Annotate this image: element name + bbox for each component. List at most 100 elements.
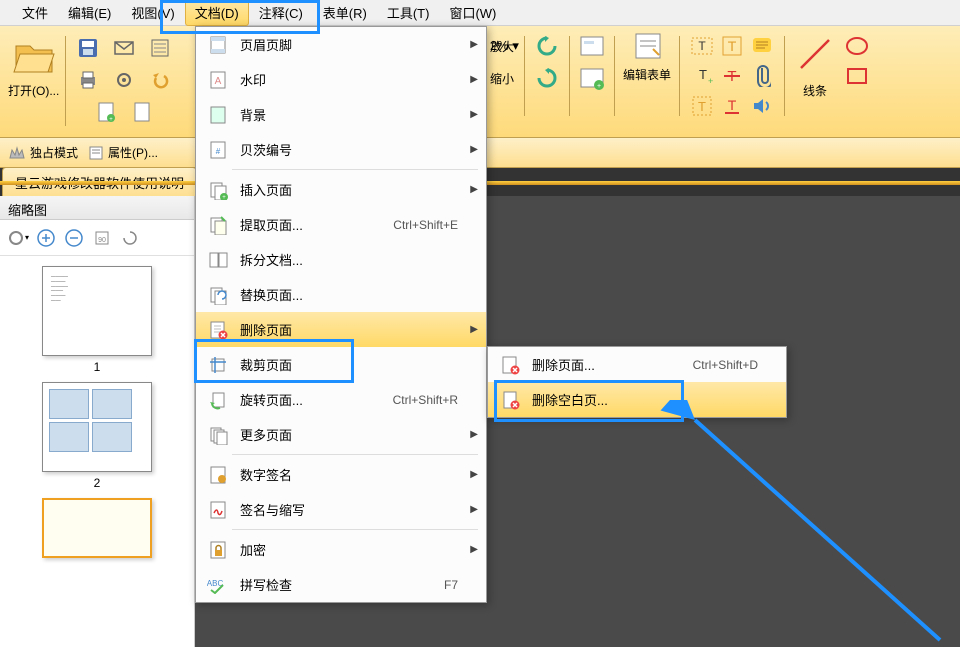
replace-page-icon bbox=[206, 283, 230, 307]
menu-signature[interactable]: 签名与缩写▶ bbox=[196, 492, 486, 527]
menu-bates-number[interactable]: #贝茨编号▶ bbox=[196, 132, 486, 167]
svg-text:#: # bbox=[216, 147, 221, 156]
form-add-button[interactable]: + bbox=[578, 64, 606, 92]
undo-button[interactable] bbox=[144, 64, 176, 96]
rotate-left-button[interactable] bbox=[533, 32, 561, 60]
zoom-in-label: 放大 bbox=[490, 38, 514, 55]
gear-button[interactable] bbox=[108, 64, 140, 96]
edit-form-label: 编辑表单 bbox=[623, 66, 671, 83]
page-number-icon: # bbox=[206, 138, 230, 162]
menu-rotate-page[interactable]: 旋转页面...Ctrl+Shift+R bbox=[196, 382, 486, 417]
text-t-icon[interactable]: T bbox=[718, 32, 746, 60]
digital-sig-icon bbox=[206, 463, 230, 487]
properties-button[interactable]: 属性(P)... bbox=[88, 144, 158, 161]
strikethrough-icon[interactable]: T bbox=[718, 62, 746, 90]
menu-spellcheck[interactable]: ABC拼写检查F7 bbox=[196, 567, 486, 602]
watermark-icon: A bbox=[206, 68, 230, 92]
rotate-right-button[interactable] bbox=[533, 64, 561, 92]
thumbnail-1[interactable]: ━━━━━━━━━━━━━━━━━━━━━━━━━━━━━━━━━━━ 1 bbox=[42, 266, 152, 374]
svg-text:A: A bbox=[215, 76, 222, 87]
zoom-in-button[interactable]: 放大 bbox=[488, 32, 516, 60]
document-menu-dropdown: 页眉页脚▶ A水印▶ 背景▶ #贝茨编号▶ +插入页面▶ 提取页面...Ctrl… bbox=[195, 26, 487, 603]
open-label: 打开(O)... bbox=[8, 82, 59, 99]
delete-page-icon bbox=[498, 353, 522, 377]
menu-crop-page[interactable]: 裁剪页面 bbox=[196, 347, 486, 382]
edit-form-button[interactable] bbox=[633, 32, 661, 60]
save-button[interactable] bbox=[72, 32, 104, 64]
svg-text:T: T bbox=[698, 99, 706, 114]
underline-icon[interactable]: T bbox=[718, 92, 746, 120]
thumb-settings-button[interactable]: ▾ bbox=[6, 226, 30, 250]
menu-document[interactable]: 文档(D) bbox=[185, 0, 249, 26]
svg-text:90: 90 bbox=[98, 237, 106, 244]
header-footer-icon bbox=[206, 33, 230, 57]
delete-page-submenu: 删除页面...Ctrl+Shift+D 删除空白页... bbox=[487, 346, 787, 418]
menu-encrypt[interactable]: 加密▶ bbox=[196, 532, 486, 567]
submenu-delete-blank[interactable]: 删除空白页... bbox=[488, 382, 786, 417]
new-doc-button[interactable]: + bbox=[90, 96, 122, 128]
menu-file[interactable]: 文件 bbox=[12, 0, 58, 26]
menu-extract-page[interactable]: 提取页面...Ctrl+Shift+E bbox=[196, 207, 486, 242]
more-pages-icon bbox=[206, 423, 230, 447]
scan-button[interactable] bbox=[144, 32, 176, 64]
zoom-out-label: 缩小 bbox=[490, 70, 514, 87]
exclusive-mode-button[interactable]: 独占模式 bbox=[8, 144, 78, 161]
zoom-out-button[interactable]: 缩小 bbox=[488, 64, 516, 92]
sound-icon[interactable] bbox=[748, 92, 776, 120]
rect-tool[interactable] bbox=[843, 62, 871, 90]
menu-replace-page[interactable]: 替换页面... bbox=[196, 277, 486, 312]
menu-insert-page[interactable]: +插入页面▶ bbox=[196, 172, 486, 207]
spellcheck-icon: ABC bbox=[206, 573, 230, 597]
menu-watermark[interactable]: A水印▶ bbox=[196, 62, 486, 97]
text-add-icon[interactable]: T+ bbox=[688, 62, 716, 90]
thumbnails-panel: 缩略图 ▾ 90 ━━━━━━━━━━━━━━━━━━━━━━━━━━━━━━━… bbox=[0, 196, 195, 647]
menu-view[interactable]: 视图(V) bbox=[121, 0, 184, 26]
insert-page-icon: + bbox=[206, 178, 230, 202]
menu-window[interactable]: 窗口(W) bbox=[439, 0, 506, 26]
menu-tools[interactable]: 工具(T) bbox=[377, 0, 440, 26]
crown-icon bbox=[8, 146, 26, 160]
svg-text:+: + bbox=[597, 83, 601, 90]
thumbnail-2[interactable]: 2 bbox=[42, 382, 152, 490]
note-icon[interactable] bbox=[748, 32, 776, 60]
circle-tool[interactable] bbox=[843, 32, 871, 60]
attach-icon[interactable] bbox=[748, 62, 776, 90]
properties-icon bbox=[88, 145, 104, 161]
thumbnails-title: 缩略图 bbox=[0, 196, 194, 220]
print-button[interactable] bbox=[72, 64, 104, 96]
split-doc-icon bbox=[206, 248, 230, 272]
encrypt-icon bbox=[206, 538, 230, 562]
svg-text:T: T bbox=[728, 97, 737, 113]
crop-page-icon bbox=[206, 353, 230, 377]
background-icon bbox=[206, 103, 230, 127]
submenu-delete-pages[interactable]: 删除页面...Ctrl+Shift+D bbox=[488, 347, 786, 382]
thumb-zoom-in-button[interactable] bbox=[34, 226, 58, 250]
menu-background[interactable]: 背景▶ bbox=[196, 97, 486, 132]
thumb-refresh-button[interactable] bbox=[118, 226, 142, 250]
menu-edit[interactable]: 编辑(E) bbox=[58, 0, 121, 26]
open-button[interactable] bbox=[10, 32, 58, 80]
lines-label: 线条 bbox=[803, 82, 827, 99]
thumbnail-3[interactable] bbox=[42, 498, 152, 562]
menu-header-footer[interactable]: 页眉页脚▶ bbox=[196, 27, 486, 62]
text-dashed-icon[interactable]: T bbox=[688, 92, 716, 120]
delete-blank-icon bbox=[498, 388, 522, 412]
svg-text:T: T bbox=[698, 39, 706, 53]
menu-digital-signature[interactable]: 数字签名▶ bbox=[196, 457, 486, 492]
menu-more-pages[interactable]: 更多页面▶ bbox=[196, 417, 486, 452]
menu-delete-page[interactable]: 删除页面▶ bbox=[196, 312, 486, 347]
textbox-icon[interactable]: T bbox=[688, 32, 716, 60]
menu-bar: 文件 编辑(E) 视图(V) 文档(D) 注释(C) 表单(R) 工具(T) 窗… bbox=[0, 0, 960, 26]
thumb-zoom-out-button[interactable] bbox=[62, 226, 86, 250]
menu-form[interactable]: 表单(R) bbox=[313, 0, 377, 26]
svg-text:T: T bbox=[699, 67, 707, 82]
line-tool-button[interactable] bbox=[793, 32, 837, 76]
mail-button[interactable] bbox=[108, 32, 140, 64]
menu-split-doc[interactable]: 拆分文档... bbox=[196, 242, 486, 277]
svg-text:T: T bbox=[728, 38, 737, 54]
form-field-button[interactable] bbox=[578, 32, 606, 60]
blank-doc-button[interactable] bbox=[126, 96, 158, 128]
menu-comment[interactable]: 注释(C) bbox=[249, 0, 313, 26]
thumb-rotate-button[interactable]: 90 bbox=[90, 226, 114, 250]
toolbar-right: 放大 缩小 + 编辑表单 T T T+ T T T 线 bbox=[488, 32, 871, 144]
